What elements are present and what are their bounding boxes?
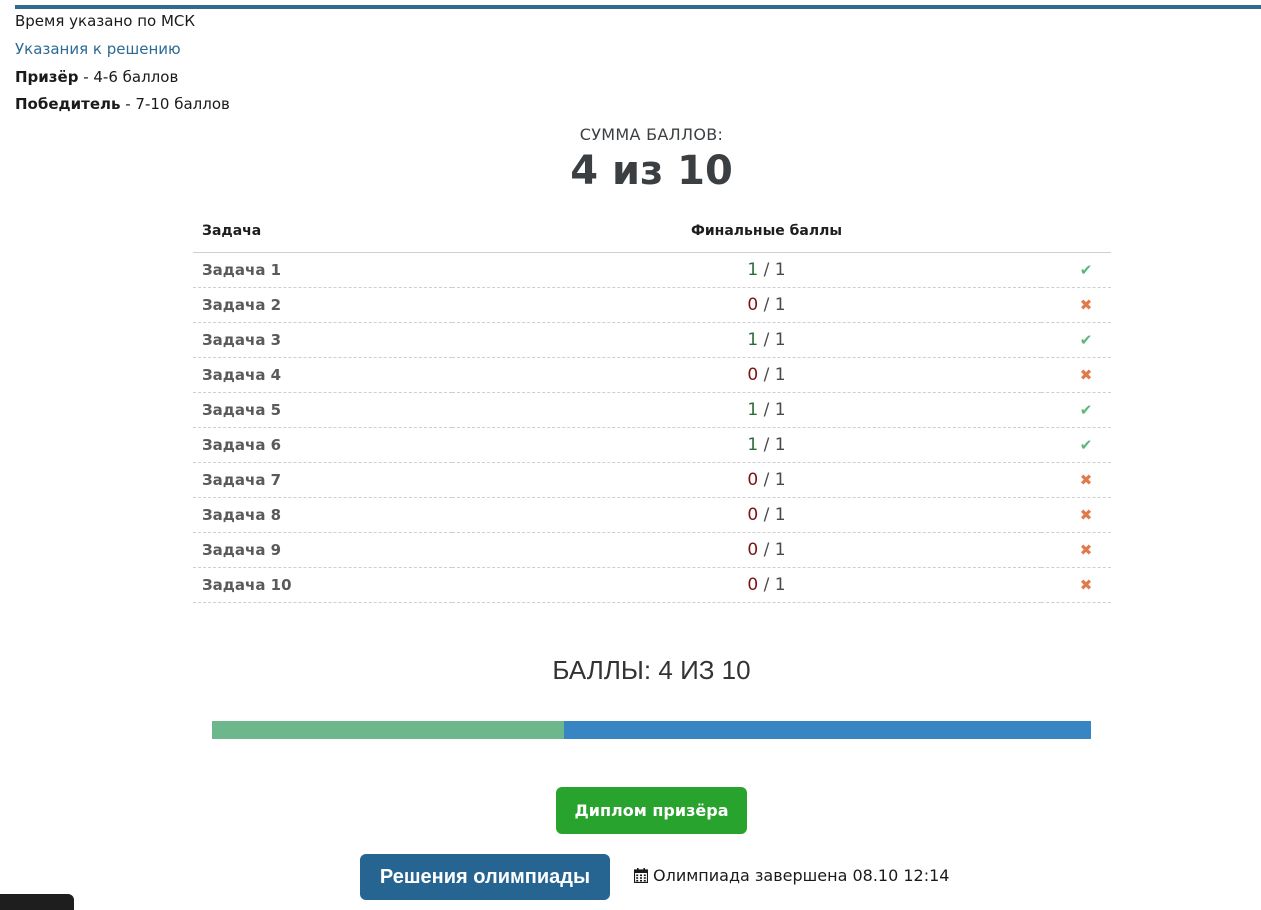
prize-threshold: Призёр - 4-6 баллов — [15, 68, 178, 86]
task-score-earned: 1 — [747, 400, 759, 420]
calendar-icon — [634, 868, 648, 883]
top-accent-rule — [15, 5, 1261, 9]
task-score-earned: 1 — [747, 435, 759, 455]
task-score-max: / 1 — [758, 400, 786, 420]
task-score-cell: 0 / 1 — [452, 532, 1041, 568]
cross-icon: ✖ — [1041, 462, 1111, 498]
task-score-earned: 0 — [747, 505, 759, 525]
task-name-cell: Задача 5 — [193, 392, 452, 428]
task-name-cell: Задача 8 — [193, 497, 452, 533]
points-caption: БАЛЛЫ: 4 ИЗ 10 — [552, 655, 751, 685]
task-name-cell: Задача 6 — [193, 427, 452, 463]
task-score-max: / 1 — [758, 260, 786, 280]
task-score-max: / 1 — [758, 505, 786, 525]
task-name-cell: Задача 9 — [193, 532, 452, 568]
task-score-earned: 0 — [747, 295, 759, 315]
table-row: Задача 10 0 / 1 ✖ — [193, 567, 1111, 603]
task-score-earned: 0 — [747, 365, 759, 385]
task-score-cell: 0 / 1 — [452, 287, 1041, 323]
scores-table-body: Задача 11 / 1 ✔ Задача 20 / 1 ✖ Задача 31 / … — [193, 252, 1111, 603]
winner-label: Победитель — [15, 95, 121, 113]
task-name-cell: Задача 10 — [193, 567, 452, 603]
task-score-earned: 0 — [747, 575, 759, 595]
task-score-max: / 1 — [758, 540, 786, 560]
task-score-max: / 1 — [758, 575, 786, 595]
table-row: Задача 80 / 1 ✖ — [193, 497, 1111, 533]
cross-icon: ✖ — [1041, 532, 1111, 568]
task-score-max: / 1 — [758, 435, 786, 455]
table-row: Задача 51 / 1 ✔ — [193, 392, 1111, 428]
table-row: Задача 90 / 1 ✖ — [193, 532, 1111, 568]
olympiad-solutions-button[interactable]: Решения олимпиады — [360, 854, 610, 900]
total-score-caption: СУММА БАЛЛОВ: — [579, 125, 724, 144]
task-score-cell: 0 / 1 — [452, 567, 1041, 603]
table-row: Задача 31 / 1 ✔ — [193, 322, 1111, 358]
corner-widget-tab[interactable] — [0, 894, 74, 910]
cross-icon: ✖ — [1041, 287, 1111, 323]
task-score-cell: 0 / 1 — [452, 497, 1041, 533]
prize-label: Призёр — [15, 68, 79, 86]
cross-icon: ✖ — [1041, 567, 1111, 603]
table-row: Задача 20 / 1 ✖ — [193, 287, 1111, 323]
task-score-max: / 1 — [758, 470, 786, 490]
table-row: Задача 11 / 1 ✔ — [193, 252, 1111, 288]
cross-icon: ✖ — [1041, 357, 1111, 393]
task-name-cell: Задача 3 — [193, 322, 452, 358]
column-header-task: Задача — [193, 210, 452, 253]
column-header-status — [1041, 210, 1111, 253]
task-score-cell: 1 / 1 — [452, 392, 1041, 428]
prize-range: - 4-6 баллов — [78, 68, 179, 86]
winner-range: - 7-10 баллов — [120, 95, 230, 113]
table-header-row: Задача Финальные баллы — [193, 210, 1111, 253]
task-score-earned: 1 — [747, 260, 759, 280]
check-icon: ✔ — [1041, 322, 1111, 358]
task-score-cell: 1 / 1 — [452, 252, 1041, 288]
task-score-earned: 0 — [747, 470, 759, 490]
score-progress-fill — [212, 721, 564, 739]
task-name-cell: Задача 7 — [193, 462, 452, 498]
table-row: Задача 61 / 1 ✔ — [193, 427, 1111, 463]
cross-icon: ✖ — [1041, 497, 1111, 533]
check-icon: ✔ — [1041, 392, 1111, 428]
task-score-cell: 1 / 1 — [452, 322, 1041, 358]
column-header-final-score: Финальные баллы — [452, 210, 1041, 253]
scores-table: Задача Финальные баллы Задача 11 / 1 ✔ Зад… — [193, 210, 1111, 603]
task-score-cell: 0 / 1 — [452, 462, 1041, 498]
winner-threshold: Победитель - 7-10 баллов — [15, 95, 230, 113]
task-name-cell: Задача 1 — [193, 252, 452, 288]
prize-diploma-button[interactable]: Диплом призёра — [556, 787, 747, 834]
solution-hints-link[interactable]: Указания к решению — [15, 40, 181, 58]
task-name-cell: Задача 4 — [193, 357, 452, 393]
table-row: Задача 70 / 1 ✖ — [193, 462, 1111, 498]
finished-note-text: Олимпиада завершена 08.10 12:14 — [653, 866, 950, 885]
task-score-max: / 1 — [758, 365, 786, 385]
timezone-note: Время указано по МСК — [15, 12, 196, 30]
task-score-cell: 0 / 1 — [452, 357, 1041, 393]
check-icon: ✔ — [1041, 252, 1111, 288]
task-name-cell: Задача 2 — [193, 287, 452, 323]
score-progress-bar — [212, 721, 1091, 739]
table-row: Задача 40 / 1 ✖ — [193, 357, 1111, 393]
olympiad-finished-note: Олимпиада завершена 08.10 12:14 — [634, 866, 949, 885]
task-score-earned: 1 — [747, 330, 759, 350]
task-score-max: / 1 — [758, 295, 786, 315]
total-score-value: 4 из 10 — [570, 148, 733, 194]
task-score-max: / 1 — [758, 330, 786, 350]
check-icon: ✔ — [1041, 427, 1111, 463]
task-score-cell: 1 / 1 — [452, 427, 1041, 463]
task-score-earned: 0 — [747, 540, 759, 560]
